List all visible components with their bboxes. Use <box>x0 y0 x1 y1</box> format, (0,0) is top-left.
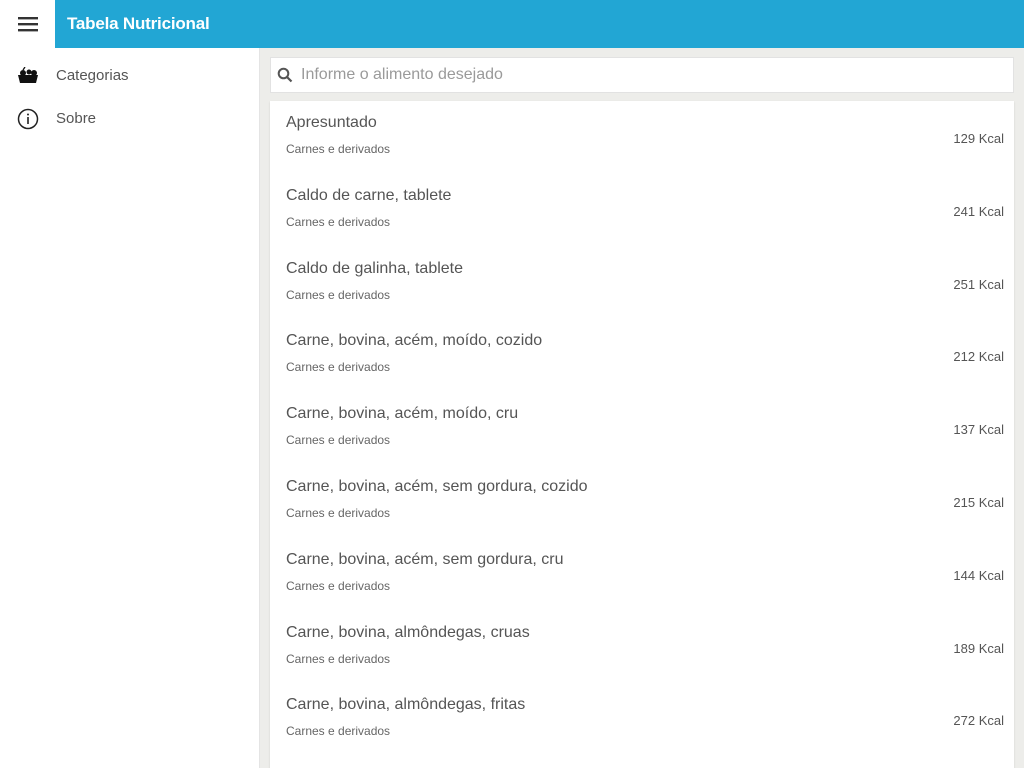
food-list-item[interactable]: Carne, bovina, acém, moído, cozido Carne… <box>270 319 1014 392</box>
main-content: Apresuntado Carnes e derivados 129 KcalC… <box>260 48 1024 768</box>
food-category: Carnes e derivados <box>286 651 391 666</box>
menu-button[interactable] <box>0 0 55 48</box>
sidebar-item-sobre[interactable]: Sobre <box>0 97 259 140</box>
search-bar <box>270 57 1014 93</box>
food-category: Carnes e derivados <box>286 433 391 448</box>
food-kcal: 144 Kcal <box>953 567 1004 583</box>
food-kcal: 251 Kcal <box>953 276 1004 292</box>
food-list: Apresuntado Carnes e derivados 129 Kcal C… <box>270 101 1014 768</box>
food-list-item[interactable]: Carne, bovina, almôndegas, cruas Carnes … <box>270 611 1014 684</box>
app-title: Tabela Nutricional <box>67 14 210 33</box>
food-kcal: 189 Kcal <box>953 640 1004 656</box>
food-list-item[interactable]: Carne, bovina, almôndegas, fritas Carnes… <box>270 683 1014 756</box>
food-name: Carne, bovina, acém, sem gordura, cozido <box>286 477 588 495</box>
food-list-item[interactable]: Caldo de galinha, tablete Carnes e deriv… <box>270 247 1014 320</box>
food-list-item[interactable]: Apresuntado Carnes e derivados 129 Kcal <box>270 101 1014 174</box>
food-name: Carne, bovina, acém, moído, cozido <box>286 332 543 350</box>
food-category: Carnes e derivados <box>286 287 391 302</box>
food-name: Carne, bovina, almôndegas, fritas <box>286 696 526 714</box>
food-name: Apresuntado <box>286 114 377 131</box>
info-icon <box>0 108 56 130</box>
food-category: Carnes e derivados <box>286 724 391 739</box>
sidebar: Categorias Sobre <box>0 48 260 768</box>
food-name: Caldo de galinha, tablete <box>286 259 464 277</box>
food-basket-icon <box>0 66 56 85</box>
food-kcal: 272 Kcal <box>953 713 1004 729</box>
food-list-item[interactable]: Carne, bovina, acém, sem gordura, cru Ca… <box>270 538 1014 611</box>
hamburger-icon <box>17 17 38 32</box>
sidebar-item-categorias[interactable]: Categorias <box>0 54 259 97</box>
sidebar-item-label: Categorias <box>56 67 129 84</box>
search-icon <box>277 67 293 83</box>
food-kcal: 129 Kcal <box>953 131 1004 146</box>
food-category: Carnes e derivados <box>286 360 391 375</box>
sidebar-item-label: Sobre <box>56 110 97 127</box>
food-category: Carnes e derivados <box>286 214 391 229</box>
food-kcal: 137 Kcal <box>953 422 1004 438</box>
food-category: Carnes e derivados <box>286 578 391 593</box>
search-input[interactable] <box>301 66 981 84</box>
food-list-item[interactable]: Caldo de carne, tablete Carnes e derivad… <box>270 174 1014 247</box>
food-kcal: 212 Kcal <box>953 349 1004 365</box>
food-name: Carne, bovina, acém, moído, cru <box>286 405 519 423</box>
food-list-item[interactable]: Carne, bovina, acém, sem gordura, cozido… <box>270 465 1014 538</box>
food-list-item[interactable]: Carne, bovina, acém, moído, cru Carnes e… <box>270 392 1014 465</box>
app-header: Tabela Nutricional <box>55 0 1024 48</box>
food-category: Carnes e derivados <box>286 142 391 156</box>
food-kcal: 241 Kcal <box>953 203 1004 219</box>
food-name: Caldo de carne, tablete <box>286 186 452 204</box>
food-name: Carne, bovina, almôndegas, cruas <box>286 623 530 641</box>
food-name: Carne, bovina, acém, sem gordura, cru <box>286 550 564 568</box>
food-category: Carnes e derivados <box>286 505 391 520</box>
food-kcal: 215 Kcal <box>953 494 1004 510</box>
